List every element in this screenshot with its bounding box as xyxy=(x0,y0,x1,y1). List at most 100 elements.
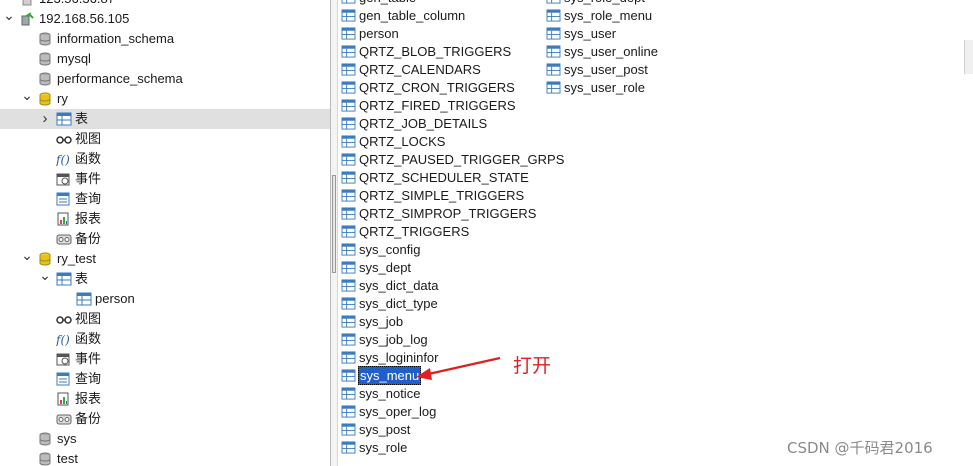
navigation-tree: 123.56.36.87 ⌄ 192.168.56.105 information_s… xyxy=(0,0,330,466)
table-list-pane: gen_tablegen_table_columnperson QRTZ_BLOB… xyxy=(338,0,973,466)
table-name: person xyxy=(359,26,399,41)
tree-node-connection-192-168-56-105[interactable]: ⌄ 192.168.56.105 xyxy=(0,7,330,29)
tree-node-label: 123.56.36.87 xyxy=(39,0,115,9)
table-icon xyxy=(341,207,356,220)
database-gray-icon xyxy=(38,432,52,446)
tree-node-label: 报表 xyxy=(75,391,102,406)
function-icon: f() xyxy=(55,152,72,167)
tree-node-ry-test-backups-node[interactable]: 备份 xyxy=(0,409,330,429)
table-icon xyxy=(341,387,356,400)
tree-node-db-ry[interactable]: ⌄ ry xyxy=(0,87,330,109)
tree-node-ry-test-tables-node[interactable]: ⌄ 表 xyxy=(0,267,330,289)
connection-icon xyxy=(20,12,34,26)
expand-chevron-icon[interactable]: › xyxy=(39,109,51,129)
collapse-chevron-icon[interactable]: ⌄ xyxy=(39,265,51,285)
tree-node-label: sys xyxy=(57,431,77,446)
database-gray-icon xyxy=(38,72,52,86)
tree-list: 123.56.36.87 ⌄ 192.168.56.105 information_s… xyxy=(0,0,330,466)
database-gray-icon xyxy=(38,452,52,466)
tree-node-db-performance-schema[interactable]: performance_schema xyxy=(0,69,330,89)
table-folder-icon xyxy=(56,272,72,286)
event-icon xyxy=(56,352,70,366)
table-icon xyxy=(341,441,356,454)
tree-node-db-test[interactable]: test xyxy=(0,449,330,466)
collapse-chevron-icon[interactable]: ⌄ xyxy=(21,245,33,265)
table-name: QRTZ_BLOB_TRIGGERS xyxy=(359,44,512,59)
table-name: sys_user_role xyxy=(564,80,645,95)
tree-node-ry-test-reports-node[interactable]: 报表 xyxy=(0,389,330,409)
table-icon xyxy=(341,171,356,184)
table-name: sys_dict_type xyxy=(359,296,438,311)
tree-node-label: mysql xyxy=(57,51,91,66)
view-icon xyxy=(56,312,72,326)
table-icon xyxy=(341,63,356,76)
table-name: gen_table_column xyxy=(359,8,466,23)
tree-node-label: information_schema xyxy=(57,31,175,46)
tree-node-db-sys[interactable]: sys xyxy=(0,429,330,449)
collapse-chevron-icon[interactable]: ⌄ xyxy=(3,5,15,25)
query-icon xyxy=(56,192,70,206)
table-name: QRTZ_JOB_DETAILS xyxy=(359,116,488,131)
backup-icon xyxy=(56,412,72,426)
tree-node-db-information-schema[interactable]: information_schema xyxy=(0,29,330,49)
table-icon xyxy=(546,81,561,94)
table-name: sys_user_post xyxy=(564,62,648,77)
report-icon xyxy=(56,392,70,406)
tree-node-label: ry xyxy=(57,91,68,106)
tree-node-ry-test-events-node[interactable]: 事件 xyxy=(0,349,330,369)
tree-node-ry-queries-node[interactable]: 查询 xyxy=(0,189,330,209)
scrollbar-edge[interactable] xyxy=(964,40,973,74)
table-folder-icon xyxy=(56,112,72,126)
tree-node-db-mysql[interactable]: mysql xyxy=(0,49,330,69)
tree-node-label: 事件 xyxy=(75,351,102,366)
table-icon xyxy=(546,9,561,22)
table-name: sys_role xyxy=(359,440,408,455)
tree-node-label: 表 xyxy=(75,271,89,286)
table-name: QRTZ_LOCKS xyxy=(359,134,446,149)
table-name: sys_job_log xyxy=(359,332,428,347)
tree-node-connection-123-56-36-87[interactable]: 123.56.36.87 xyxy=(0,0,330,9)
tree-node-ry-functions-node[interactable]: f() 函数 xyxy=(0,149,330,169)
tree-node-ry-events-node[interactable]: 事件 xyxy=(0,169,330,189)
query-icon xyxy=(56,372,70,386)
tree-node-label: test xyxy=(57,451,78,466)
table-name: QRTZ_CRON_TRIGGERS xyxy=(359,80,515,95)
tree-node-ry-backups-node[interactable]: 备份 xyxy=(0,229,330,249)
table-name: QRTZ_SIMPLE_TRIGGERS xyxy=(359,188,525,203)
tree-node-ry-reports-node[interactable]: 报表 xyxy=(0,209,330,229)
splitter-grip[interactable] xyxy=(332,175,336,273)
table-name: sys_notice xyxy=(359,386,421,401)
tree-node-ry-test-functions-node[interactable]: f() 函数 xyxy=(0,329,330,349)
tree-node-ry-test-table-person[interactable]: person xyxy=(0,289,330,309)
watermark: CSDN @千码君2016 xyxy=(787,439,933,457)
table-name: QRTZ_SIMPROP_TRIGGERS xyxy=(359,206,537,221)
table-icon xyxy=(341,261,356,274)
table-icon xyxy=(341,135,356,148)
tree-node-ry-test-queries-node[interactable]: 查询 xyxy=(0,369,330,389)
tree-node-label: 备份 xyxy=(75,411,102,426)
tree-node-label: performance_schema xyxy=(57,71,183,86)
table-icon xyxy=(341,117,356,130)
table-icon xyxy=(341,45,356,58)
table-icon xyxy=(341,243,356,256)
tree-node-ry-views-node[interactable]: 视图 xyxy=(0,129,330,149)
collapse-chevron-icon[interactable]: ⌄ xyxy=(21,85,33,105)
table-name: sys_job xyxy=(359,314,404,329)
panel-splitter[interactable] xyxy=(330,0,338,466)
annotation-label: 打开 xyxy=(513,355,552,377)
table-name: gen_table xyxy=(358,0,417,7)
table-name: QRTZ_SCHEDULER_STATE xyxy=(359,170,529,185)
tree-node-label: 备份 xyxy=(75,231,102,246)
table-icon xyxy=(546,63,561,76)
table-icon xyxy=(341,351,356,364)
tree-node-label: person xyxy=(95,291,135,306)
tree-node-label: ry_test xyxy=(57,251,97,266)
tree-node-label: 表 xyxy=(75,111,89,126)
table-name: sys_config xyxy=(359,242,421,257)
table-icon xyxy=(341,27,356,40)
tree-node-label: 报表 xyxy=(75,211,102,226)
tree-node-label: 事件 xyxy=(75,171,102,186)
tree-node-ry-tables-node[interactable]: › 表 xyxy=(0,109,330,129)
table-name: sys_post xyxy=(359,422,411,437)
tree-node-ry-test-views-node[interactable]: 视图 xyxy=(0,309,330,329)
